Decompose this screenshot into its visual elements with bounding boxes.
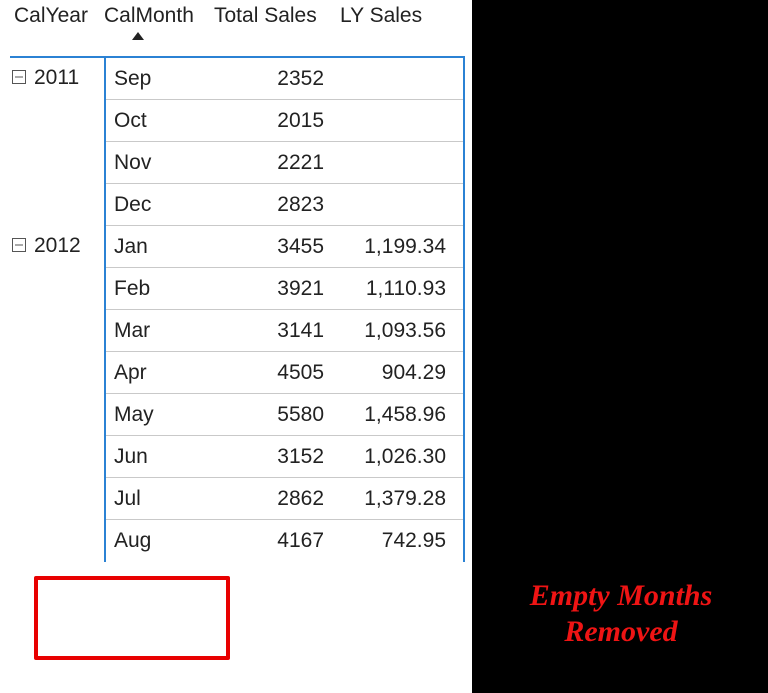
cell-sales: 4167 — [216, 529, 342, 553]
table-row[interactable]: Mar 3141 1,093.56 — [106, 310, 463, 352]
collapse-icon[interactable] — [12, 238, 26, 252]
year-label: 2011 — [34, 66, 79, 90]
table-row[interactable]: Aug 4167 742.95 — [106, 520, 463, 562]
column-header-calmonth[interactable]: CalMonth — [104, 4, 214, 28]
annotation-line-1: Empty Months — [476, 578, 766, 614]
table-row[interactable]: Oct 2015 — [106, 100, 463, 142]
table-row[interactable]: Nov 2221 — [106, 142, 463, 184]
cell-month: Jan — [106, 235, 216, 259]
cell-ly: 1,199.34 — [342, 235, 454, 259]
collapse-icon[interactable] — [12, 70, 26, 84]
cell-sales: 2862 — [216, 487, 342, 511]
annotation-highlight-box — [34, 576, 230, 660]
cell-month: Sep — [106, 67, 216, 91]
year-cell-2012[interactable]: 2012 — [10, 226, 104, 562]
table-row[interactable]: Sep 2352 — [106, 58, 463, 100]
cell-month: Nov — [106, 151, 216, 175]
matrix-visual: CalYear CalMonth Total Sales LY Sales 20… — [10, 0, 465, 562]
rows-2012: Jan 3455 1,199.34 Feb 3921 1,110.93 Mar … — [104, 226, 465, 562]
row-group-2011: 2011 Sep 2352 Oct 2015 Nov 2221 Dec 2823 — [10, 58, 465, 226]
cell-month: Oct — [106, 109, 216, 133]
cell-month: Mar — [106, 319, 216, 343]
table-row[interactable]: Jul 2862 1,379.28 — [106, 478, 463, 520]
cell-sales: 4505 — [216, 361, 342, 385]
cell-sales: 2015 — [216, 109, 342, 133]
row-group-2012: 2012 Jan 3455 1,199.34 Feb 3921 1,110.93… — [10, 226, 465, 562]
cell-month: Feb — [106, 277, 216, 301]
cell-sales: 5580 — [216, 403, 342, 427]
table-row[interactable]: Jan 3455 1,199.34 — [106, 226, 463, 268]
column-header-total-sales[interactable]: Total Sales — [214, 4, 340, 28]
cell-sales: 2221 — [216, 151, 342, 175]
cell-month: Aug — [106, 529, 216, 553]
cell-sales: 3455 — [216, 235, 342, 259]
cell-month: May — [106, 403, 216, 427]
cell-sales: 2352 — [216, 67, 342, 91]
cell-sales: 3921 — [216, 277, 342, 301]
column-header-calmonth-label: CalMonth — [104, 4, 194, 27]
cell-ly: 904.29 — [342, 361, 454, 385]
cell-ly: 1,093.56 — [342, 319, 454, 343]
annotation-line-2: Removed — [476, 614, 766, 650]
cell-month: Apr — [106, 361, 216, 385]
cell-month: Jun — [106, 445, 216, 469]
sort-ascending-icon — [132, 32, 144, 40]
table-row[interactable]: Apr 4505 904.29 — [106, 352, 463, 394]
cell-month: Jul — [106, 487, 216, 511]
table-row[interactable]: Feb 3921 1,110.93 — [106, 268, 463, 310]
year-label: 2012 — [34, 234, 81, 258]
matrix-header-row: CalYear CalMonth Total Sales LY Sales — [10, 0, 465, 56]
cell-ly: 1,110.93 — [342, 277, 454, 301]
column-header-calyear[interactable]: CalYear — [10, 4, 104, 28]
cell-sales: 3141 — [216, 319, 342, 343]
column-header-ly-sales[interactable]: LY Sales — [340, 4, 455, 28]
cell-ly: 742.95 — [342, 529, 454, 553]
table-row[interactable]: Jun 3152 1,026.30 — [106, 436, 463, 478]
cell-sales: 3152 — [216, 445, 342, 469]
year-cell-2011[interactable]: 2011 — [10, 58, 104, 226]
rows-2011: Sep 2352 Oct 2015 Nov 2221 Dec 2823 — [104, 58, 465, 226]
cell-sales: 2823 — [216, 193, 342, 217]
cell-month: Dec — [106, 193, 216, 217]
cell-ly: 1,026.30 — [342, 445, 454, 469]
table-row[interactable]: May 5580 1,458.96 — [106, 394, 463, 436]
cell-ly: 1,379.28 — [342, 487, 454, 511]
table-row[interactable]: Dec 2823 — [106, 184, 463, 226]
cell-ly: 1,458.96 — [342, 403, 454, 427]
annotation-label: Empty Months Removed — [476, 578, 766, 650]
